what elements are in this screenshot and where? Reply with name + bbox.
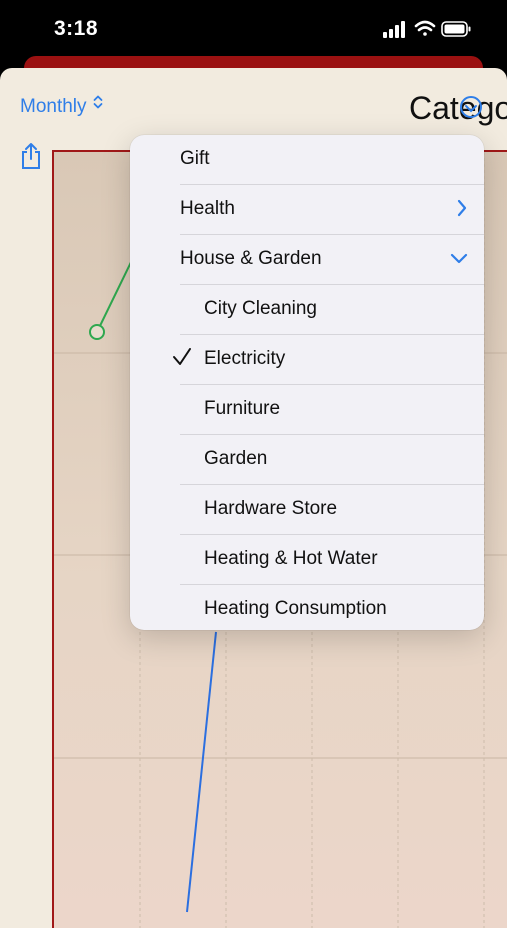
share-icon[interactable] — [20, 142, 42, 175]
category-menu: Gift Health House & Garden City Cleaning Ele… — [130, 135, 484, 630]
chevron-right-icon — [456, 198, 468, 224]
menu-item-label: Heating & Hot Water — [204, 548, 378, 569]
menu-item-label: Heating Consumption — [204, 598, 387, 619]
menu-item-label: Furniture — [204, 398, 281, 419]
menu-item[interactable]: Furniture — [130, 385, 484, 435]
status-time: 3:18 — [54, 17, 99, 40]
green-series-point — [89, 324, 105, 340]
menu-item-label: City Cleaning — [204, 298, 317, 319]
period-label: Monthly — [20, 96, 87, 117]
battery-icon — [441, 21, 471, 37]
menu-item[interactable]: House & Garden — [130, 235, 484, 285]
blue-series-line — [186, 631, 217, 913]
menu-item[interactable]: Health — [130, 185, 484, 235]
status-bar: 3:18 — [0, 0, 507, 58]
menu-item[interactable]: Electricity — [130, 335, 484, 385]
menu-item[interactable]: Heating Consumption — [130, 585, 484, 630]
menu-item-label: Gift — [180, 148, 210, 169]
menu-item-label: Garden — [204, 448, 268, 469]
menu-item-label: House & Garden — [180, 248, 322, 269]
menu-item[interactable]: Hardware Store — [130, 485, 484, 535]
menu-item-label: Electricity — [204, 348, 286, 369]
menu-item-label: Hardware Store — [204, 498, 338, 519]
wifi-icon — [414, 20, 436, 36]
menu-item[interactable]: Garden — [130, 435, 484, 485]
signal-icon — [383, 21, 405, 38]
chevron-up-down-icon — [90, 95, 104, 113]
green-series-line — [96, 255, 135, 333]
period-selector[interactable]: Monthly — [20, 95, 104, 118]
category-menu-icon[interactable] — [458, 94, 484, 125]
status-icons — [383, 18, 473, 45]
checkmark-icon — [172, 347, 192, 373]
chevron-down-icon — [450, 248, 468, 274]
menu-item[interactable]: Heating & Hot Water — [130, 535, 484, 585]
menu-item-label: Health — [180, 198, 235, 219]
menu-item[interactable]: City Cleaning — [130, 285, 484, 335]
menu-item[interactable]: Gift — [130, 135, 484, 185]
